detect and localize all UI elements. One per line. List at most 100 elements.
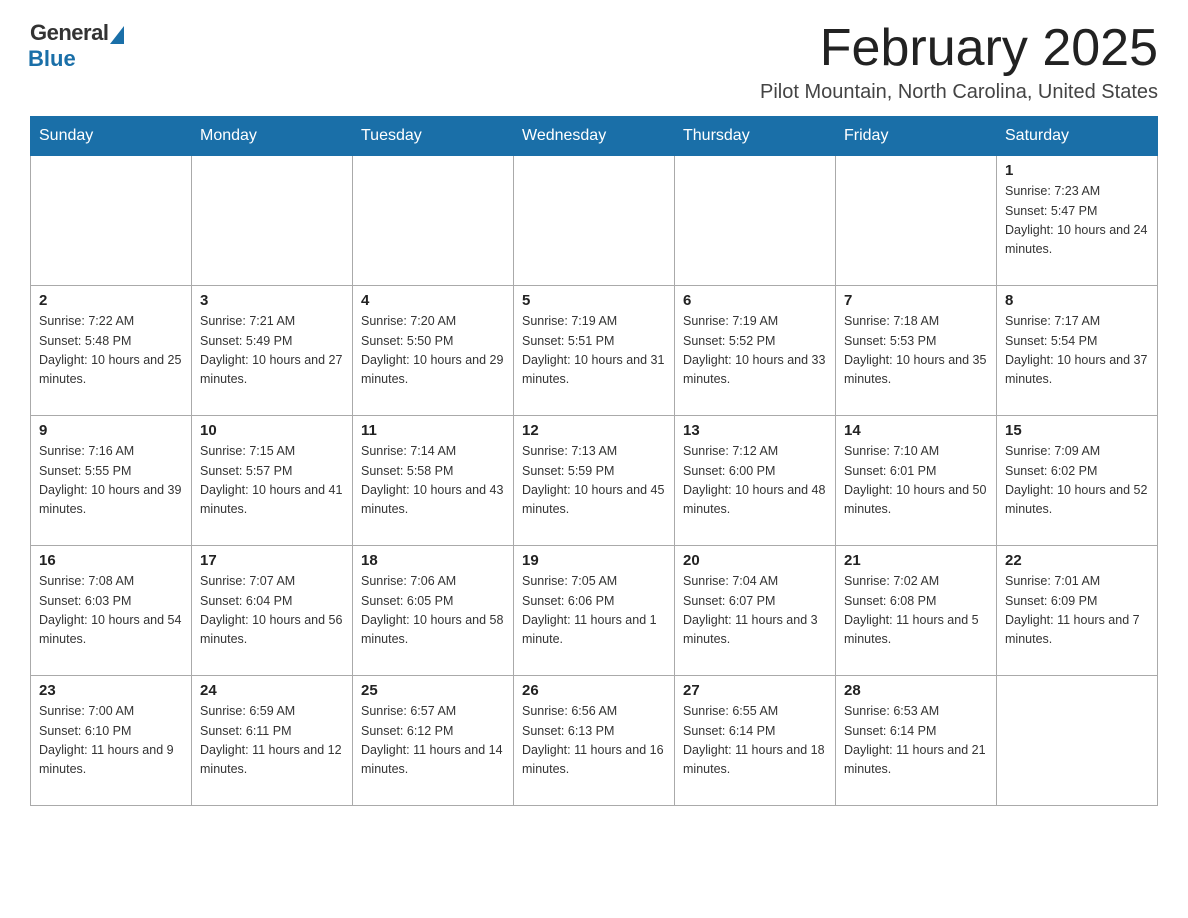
day-number: 7 (844, 292, 988, 309)
table-row: 2 Sunrise: 7:22 AMSunset: 5:48 PMDaylight… (31, 286, 192, 416)
day-number: 26 (522, 682, 666, 699)
table-row: 21 Sunrise: 7:02 AMSunset: 6:08 PMDayligh… (836, 546, 997, 676)
header-thursday: Thursday (675, 117, 836, 156)
day-info: Sunrise: 7:09 AMSunset: 6:02 PMDaylight:… (1005, 442, 1149, 520)
table-row: 17 Sunrise: 7:07 AMSunset: 6:04 PMDayligh… (192, 546, 353, 676)
day-number: 27 (683, 682, 827, 699)
calendar-week-row: 16 Sunrise: 7:08 AMSunset: 6:03 PMDayligh… (31, 546, 1158, 676)
day-number: 22 (1005, 552, 1149, 569)
header-wednesday: Wednesday (514, 117, 675, 156)
month-title: February 2025 (760, 20, 1158, 77)
day-info: Sunrise: 7:15 AMSunset: 5:57 PMDaylight:… (200, 442, 344, 520)
day-info: Sunrise: 7:04 AMSunset: 6:07 PMDaylight:… (683, 572, 827, 650)
day-info: Sunrise: 7:02 AMSunset: 6:08 PMDaylight:… (844, 572, 988, 650)
page-header: General Blue February 2025 Pilot Mountai… (30, 20, 1158, 104)
day-number: 28 (844, 682, 988, 699)
table-row: 15 Sunrise: 7:09 AMSunset: 6:02 PMDayligh… (997, 416, 1158, 546)
day-number: 12 (522, 422, 666, 439)
table-row: 20 Sunrise: 7:04 AMSunset: 6:07 PMDayligh… (675, 546, 836, 676)
day-number: 20 (683, 552, 827, 569)
calendar-week-row: 1Sunrise: 7:23 AMSunset: 5:47 PMDaylight… (31, 156, 1158, 286)
table-row: 26 Sunrise: 6:56 AMSunset: 6:13 PMDayligh… (514, 676, 675, 806)
table-row: 3 Sunrise: 7:21 AMSunset: 5:49 PMDaylight… (192, 286, 353, 416)
day-number: 17 (200, 552, 344, 569)
day-number: 1 (1005, 162, 1149, 179)
day-number: 5 (522, 292, 666, 309)
day-info: Sunrise: 7:16 AMSunset: 5:55 PMDaylight:… (39, 442, 183, 520)
table-row: 1Sunrise: 7:23 AMSunset: 5:47 PMDaylight… (997, 156, 1158, 286)
day-number: 13 (683, 422, 827, 439)
day-number: 16 (39, 552, 183, 569)
table-row: 6 Sunrise: 7:19 AMSunset: 5:52 PMDaylight… (675, 286, 836, 416)
table-row: 4 Sunrise: 7:20 AMSunset: 5:50 PMDaylight… (353, 286, 514, 416)
day-info: Sunrise: 7:17 AMSunset: 5:54 PMDaylight:… (1005, 312, 1149, 390)
day-info: Sunrise: 7:19 AMSunset: 5:52 PMDaylight:… (683, 312, 827, 390)
table-row: 7 Sunrise: 7:18 AMSunset: 5:53 PMDaylight… (836, 286, 997, 416)
table-row: 11 Sunrise: 7:14 AMSunset: 5:58 PMDayligh… (353, 416, 514, 546)
header-friday: Friday (836, 117, 997, 156)
table-row (353, 156, 514, 286)
day-number: 14 (844, 422, 988, 439)
day-info: Sunrise: 7:13 AMSunset: 5:59 PMDaylight:… (522, 442, 666, 520)
logo-triangle-icon (110, 26, 124, 44)
day-number: 2 (39, 292, 183, 309)
day-info: Sunrise: 7:06 AMSunset: 6:05 PMDaylight:… (361, 572, 505, 650)
table-row: 18 Sunrise: 7:06 AMSunset: 6:05 PMDayligh… (353, 546, 514, 676)
day-info: Sunrise: 7:10 AMSunset: 6:01 PMDaylight:… (844, 442, 988, 520)
day-number: 24 (200, 682, 344, 699)
day-info: Sunrise: 7:00 AMSunset: 6:10 PMDaylight:… (39, 702, 183, 780)
day-info: Sunrise: 7:05 AMSunset: 6:06 PMDaylight:… (522, 572, 666, 650)
day-info: Sunrise: 7:01 AMSunset: 6:09 PMDaylight:… (1005, 572, 1149, 650)
day-info: Sunrise: 7:21 AMSunset: 5:49 PMDaylight:… (200, 312, 344, 390)
table-row: 23Sunrise: 7:00 AMSunset: 6:10 PMDayligh… (31, 676, 192, 806)
table-row: 24 Sunrise: 6:59 AMSunset: 6:11 PMDayligh… (192, 676, 353, 806)
table-row: 19 Sunrise: 7:05 AMSunset: 6:06 PMDayligh… (514, 546, 675, 676)
table-row (836, 156, 997, 286)
day-info: Sunrise: 6:56 AMSunset: 6:13 PMDaylight:… (522, 702, 666, 780)
weekday-header-row: Sunday Monday Tuesday Wednesday Thursday… (31, 117, 1158, 156)
table-row: 22 Sunrise: 7:01 AMSunset: 6:09 PMDayligh… (997, 546, 1158, 676)
day-number: 19 (522, 552, 666, 569)
table-row: 16 Sunrise: 7:08 AMSunset: 6:03 PMDayligh… (31, 546, 192, 676)
table-row: 27Sunrise: 6:55 AMSunset: 6:14 PMDayligh… (675, 676, 836, 806)
day-number: 18 (361, 552, 505, 569)
day-number: 15 (1005, 422, 1149, 439)
day-info: Sunrise: 7:08 AMSunset: 6:03 PMDaylight:… (39, 572, 183, 650)
table-row (675, 156, 836, 286)
day-number: 8 (1005, 292, 1149, 309)
table-row (997, 676, 1158, 806)
table-row: 12 Sunrise: 7:13 AMSunset: 5:59 PMDayligh… (514, 416, 675, 546)
day-info: Sunrise: 7:19 AMSunset: 5:51 PMDaylight:… (522, 312, 666, 390)
day-number: 6 (683, 292, 827, 309)
day-info: Sunrise: 6:57 AMSunset: 6:12 PMDaylight:… (361, 702, 505, 780)
table-row: 13 Sunrise: 7:12 AMSunset: 6:00 PMDayligh… (675, 416, 836, 546)
table-row: 9Sunrise: 7:16 AMSunset: 5:55 PMDaylight… (31, 416, 192, 546)
title-area: February 2025 Pilot Mountain, North Caro… (760, 20, 1158, 104)
day-number: 21 (844, 552, 988, 569)
table-row: 14 Sunrise: 7:10 AMSunset: 6:01 PMDayligh… (836, 416, 997, 546)
day-info: Sunrise: 7:12 AMSunset: 6:00 PMDaylight:… (683, 442, 827, 520)
day-info: Sunrise: 7:07 AMSunset: 6:04 PMDaylight:… (200, 572, 344, 650)
day-info: Sunrise: 7:22 AMSunset: 5:48 PMDaylight:… (39, 312, 183, 390)
day-number: 3 (200, 292, 344, 309)
table-row (514, 156, 675, 286)
header-sunday: Sunday (31, 117, 192, 156)
header-monday: Monday (192, 117, 353, 156)
day-number: 4 (361, 292, 505, 309)
location-subtitle: Pilot Mountain, North Carolina, United S… (760, 81, 1158, 104)
logo-blue-text: Blue (28, 46, 76, 72)
day-number: 25 (361, 682, 505, 699)
day-info: Sunrise: 7:20 AMSunset: 5:50 PMDaylight:… (361, 312, 505, 390)
table-row: 5 Sunrise: 7:19 AMSunset: 5:51 PMDaylight… (514, 286, 675, 416)
table-row (31, 156, 192, 286)
table-row: 28Sunrise: 6:53 AMSunset: 6:14 PMDayligh… (836, 676, 997, 806)
table-row: 10Sunrise: 7:15 AMSunset: 5:57 PMDayligh… (192, 416, 353, 546)
day-number: 11 (361, 422, 505, 439)
day-info: Sunrise: 6:59 AMSunset: 6:11 PMDaylight:… (200, 702, 344, 780)
day-info: Sunrise: 7:18 AMSunset: 5:53 PMDaylight:… (844, 312, 988, 390)
header-tuesday: Tuesday (353, 117, 514, 156)
table-row: 8 Sunrise: 7:17 AMSunset: 5:54 PMDaylight… (997, 286, 1158, 416)
calendar-week-row: 2 Sunrise: 7:22 AMSunset: 5:48 PMDaylight… (31, 286, 1158, 416)
logo: General Blue (30, 20, 124, 72)
day-info: Sunrise: 7:14 AMSunset: 5:58 PMDaylight:… (361, 442, 505, 520)
